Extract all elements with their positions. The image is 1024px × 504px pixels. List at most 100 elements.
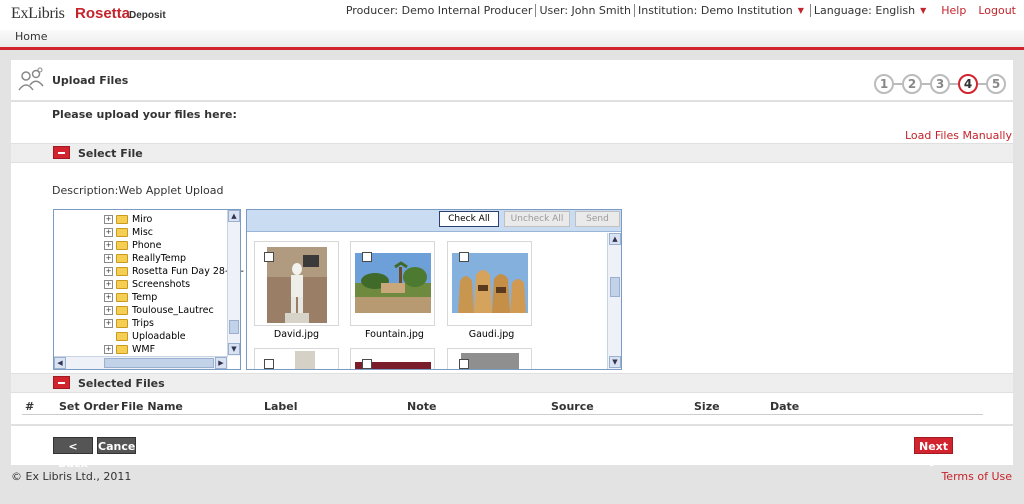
applet-description: Description:Web Applet Upload [52,184,224,197]
tree-item[interactable]: + Rosetta Fun Day 28-11- [104,265,244,278]
scroll-thumb[interactable] [104,358,214,368]
tree-spacer [104,332,113,341]
nav-home-link[interactable]: Home [15,30,47,44]
select-file-title: Select File [78,147,143,160]
folder-icon [116,345,128,354]
collapse-select-file-button[interactable] [53,146,70,159]
thumbnail-checkbox[interactable] [264,252,274,262]
step-connector [922,83,930,85]
upload-instruction: Please upload your files here: [52,108,237,121]
folder-icon [116,293,128,302]
language-dropdown[interactable]: Language: English ▼ [814,4,926,17]
scroll-thumb[interactable] [229,320,239,334]
expand-icon[interactable]: + [104,306,113,315]
thumbnail-checkbox[interactable] [362,359,372,369]
page-title: Upload Files [52,74,129,87]
tree-item[interactable]: + Screenshots [104,278,190,291]
scroll-left-icon[interactable]: ◀ [54,357,66,369]
folder-icon [116,280,128,289]
fountain-garden-image [355,253,431,313]
folder-icon [116,254,128,263]
separator [535,4,537,17]
column-header-note[interactable]: Note [407,400,436,413]
uncheck-all-button[interactable]: Uncheck All [504,211,570,227]
expand-icon[interactable]: + [104,254,113,263]
logout-link[interactable]: Logout [978,4,1016,17]
cancel-button[interactable]: Cancel [97,437,139,454]
next-button[interactable]: Next > [914,437,953,470]
tree-item-label: Miro [132,214,153,225]
thumbnail-card[interactable] [350,348,435,369]
language-label: Language: English [813,4,916,17]
thumbnail-filename: Gaudi.jpg [468,329,515,340]
gaudi-chimneys-image [452,253,528,313]
david-statue-image [267,247,327,323]
send-button[interactable]: Send [575,211,620,227]
step-connector [894,83,902,85]
check-all-button[interactable]: Check All [439,211,499,227]
thumbnail-card[interactable] [254,241,339,326]
column-header-source[interactable]: Source [551,400,594,413]
terms-of-use-link[interactable]: Terms of Use [941,470,1012,483]
help-link[interactable]: Help [941,4,966,17]
column-header-date[interactable]: Date [770,400,799,413]
folder-icon [116,306,128,315]
tree-item[interactable]: + Temp [104,291,157,304]
back-button[interactable]: < Back [53,437,93,470]
column-header-file-name[interactable]: File Name [121,400,183,413]
thumbnail-card[interactable] [447,241,532,326]
thumbnail-checkbox[interactable] [459,359,469,369]
tree-item[interactable]: + Phone [104,239,161,252]
thumbnail-checkbox[interactable] [362,252,372,262]
expand-icon[interactable]: + [104,280,113,289]
separator [809,4,811,17]
collapse-selected-files-button[interactable] [53,376,70,389]
column-header-label[interactable]: Label [264,400,298,413]
tree-vertical-scrollbar[interactable]: ▲ ▼ [227,210,240,356]
step-4-active: 4 [958,74,978,94]
column-header-size[interactable]: Size [694,400,720,413]
scroll-up-icon[interactable]: ▲ [228,210,240,222]
expand-icon[interactable]: + [104,228,113,237]
header-divider [0,47,1024,50]
logo-exlibris: ExLibris [11,5,65,22]
tree-item[interactable]: + Toulouse_Lautrec [104,304,214,317]
tree-item[interactable]: Uploadable [104,330,186,343]
load-files-manually-link[interactable]: Load Files Manually [905,129,1012,142]
thumbnail-card[interactable] [447,348,532,369]
thumbnail-checkbox[interactable] [264,359,274,369]
folder-icon [116,267,128,276]
expand-icon[interactable]: + [104,215,113,224]
expand-icon[interactable]: + [104,267,113,276]
step-2: 2 [902,74,922,94]
institution-dropdown[interactable]: Institution: Demo Institution ▼ [638,4,804,17]
expand-icon[interactable]: + [104,345,113,354]
column-header-index: # [25,400,35,413]
thumbnail-card[interactable] [254,348,339,369]
folder-icon [116,241,128,250]
scroll-up-icon[interactable]: ▲ [609,233,621,245]
column-header-set-order[interactable]: Set Order [59,400,119,413]
tree-item[interactable]: + Misc [104,226,153,239]
select-file-section-header [11,143,1013,163]
tree-item-label: Misc [132,227,154,238]
step-connector [950,83,958,85]
tree-horizontal-scrollbar[interactable]: ◀ ▶ [54,356,228,369]
file-pane-scrollbar[interactable]: ▲ ▼ [607,233,621,369]
tree-item-label: Screenshots [132,279,191,290]
folder-tree[interactable]: + Miro + Misc + Phone + ReallyTemp + Rosetta … [53,209,244,370]
tree-item[interactable]: + WMF [104,343,155,356]
thumbnail-checkbox[interactable] [459,252,469,262]
expand-icon[interactable]: + [104,241,113,250]
tree-item[interactable]: + ReallyTemp [104,252,186,265]
tree-item[interactable]: + Trips [104,317,154,330]
tree-item-label: ReallyTemp [132,253,187,264]
scroll-thumb[interactable] [610,277,620,297]
tree-item[interactable]: + Miro [104,213,152,226]
scroll-down-icon[interactable]: ▼ [228,343,240,355]
scroll-right-icon[interactable]: ▶ [215,357,227,369]
expand-icon[interactable]: + [104,293,113,302]
scroll-down-icon[interactable]: ▼ [609,356,621,368]
expand-icon[interactable]: + [104,319,113,328]
thumbnail-card[interactable] [350,241,435,326]
